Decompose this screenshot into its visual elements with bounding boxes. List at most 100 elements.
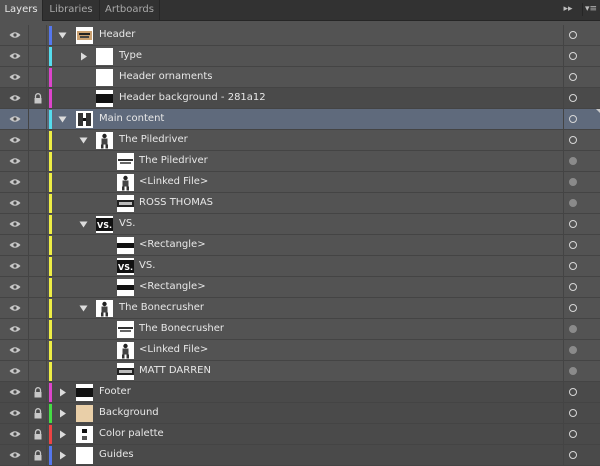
layer-row[interactable]: <Rectangle> — [0, 235, 600, 256]
target-circle-icon[interactable] — [569, 115, 577, 123]
target-circle-icon[interactable] — [569, 283, 577, 291]
visibility-eye-icon[interactable] — [0, 172, 29, 192]
target-circle-icon[interactable] — [569, 325, 577, 333]
lock-toggle[interactable] — [29, 340, 47, 360]
layer-row[interactable]: <Linked File> — [0, 340, 600, 361]
layer-name[interactable]: Background — [99, 403, 159, 423]
expand-triangle-right-icon[interactable] — [58, 388, 67, 397]
layer-name[interactable]: <Rectangle> — [139, 277, 206, 297]
visibility-eye-icon[interactable] — [0, 424, 29, 444]
layer-name[interactable]: The Bonecrusher — [119, 298, 204, 318]
target-column[interactable] — [563, 46, 600, 66]
visibility-eye-icon[interactable] — [0, 319, 29, 339]
target-column[interactable] — [563, 298, 600, 318]
layer-row[interactable]: Color palette — [0, 424, 600, 445]
layer-name[interactable]: <Linked File> — [139, 172, 208, 192]
layer-name[interactable]: Main content — [99, 109, 164, 129]
lock-toggle[interactable] — [29, 130, 47, 150]
target-circle-icon[interactable] — [569, 409, 577, 417]
expand-triangle-right-icon[interactable] — [58, 451, 67, 460]
target-circle-icon[interactable] — [569, 73, 577, 81]
layer-name[interactable]: VS. — [119, 214, 135, 234]
layer-name[interactable]: VS. — [139, 256, 155, 276]
expand-triangle-down-icon[interactable] — [58, 115, 67, 124]
layer-name[interactable]: Footer — [99, 382, 131, 402]
visibility-eye-icon[interactable] — [0, 340, 29, 360]
target-circle-icon[interactable] — [569, 157, 577, 165]
visibility-eye-icon[interactable] — [0, 109, 29, 129]
target-circle-icon[interactable] — [569, 241, 577, 249]
layer-name[interactable]: Color palette — [99, 424, 164, 444]
visibility-eye-icon[interactable] — [0, 88, 29, 108]
layer-name[interactable]: <Rectangle> — [139, 235, 206, 255]
layer-row[interactable]: The Bonecrusher — [0, 298, 600, 319]
lock-toggle[interactable] — [29, 361, 47, 381]
lock-toggle[interactable] — [29, 382, 47, 402]
target-circle-icon[interactable] — [569, 346, 577, 354]
target-column[interactable] — [563, 277, 600, 297]
lock-toggle[interactable] — [29, 67, 47, 87]
visibility-eye-icon[interactable] — [0, 298, 29, 318]
layer-name[interactable]: MATT DARREN — [139, 361, 211, 381]
target-circle-icon[interactable] — [569, 199, 577, 207]
layer-row[interactable]: Type — [0, 46, 600, 67]
target-column[interactable] — [563, 382, 600, 402]
target-column[interactable] — [563, 424, 600, 444]
target-circle-icon[interactable] — [569, 220, 577, 228]
panel-menu-icon[interactable]: ▾≡ — [582, 3, 599, 16]
layer-name[interactable]: Header — [99, 25, 135, 45]
target-column[interactable] — [563, 151, 600, 171]
layer-row[interactable]: Main content — [0, 109, 600, 130]
layer-row[interactable]: <Linked File> — [0, 172, 600, 193]
target-circle-icon[interactable] — [569, 136, 577, 144]
expand-triangle-down-icon[interactable] — [79, 136, 88, 145]
target-circle-icon[interactable] — [569, 451, 577, 459]
visibility-eye-icon[interactable] — [0, 151, 29, 171]
lock-toggle[interactable] — [29, 193, 47, 213]
layer-row[interactable]: Footer — [0, 382, 600, 403]
visibility-eye-icon[interactable] — [0, 193, 29, 213]
target-circle-icon[interactable] — [569, 31, 577, 39]
visibility-eye-icon[interactable] — [0, 256, 29, 276]
tab-artboards[interactable]: Artboards — [100, 0, 160, 20]
visibility-eye-icon[interactable] — [0, 214, 29, 234]
target-column[interactable] — [563, 445, 600, 465]
lock-toggle[interactable] — [29, 235, 47, 255]
target-circle-icon[interactable] — [569, 388, 577, 396]
target-column[interactable] — [563, 130, 600, 150]
lock-toggle[interactable] — [29, 25, 47, 45]
tab-layers[interactable]: Layers — [0, 0, 43, 21]
target-circle-icon[interactable] — [569, 430, 577, 438]
layer-row[interactable]: Background — [0, 403, 600, 424]
layer-name[interactable]: Type — [119, 46, 142, 66]
lock-toggle[interactable] — [29, 46, 47, 66]
visibility-eye-icon[interactable] — [0, 46, 29, 66]
layer-row[interactable]: Header background - 281a12 — [0, 88, 600, 109]
lock-toggle[interactable] — [29, 172, 47, 192]
visibility-eye-icon[interactable] — [0, 403, 29, 423]
target-circle-icon[interactable] — [569, 262, 577, 270]
layer-row[interactable]: ROSS THOMAS — [0, 193, 600, 214]
visibility-eye-icon[interactable] — [0, 445, 29, 465]
layer-row[interactable]: Header — [0, 25, 600, 46]
layer-name[interactable]: Header background - 281a12 — [119, 88, 266, 108]
target-circle-icon[interactable] — [569, 94, 577, 102]
target-column[interactable] — [563, 256, 600, 276]
visibility-eye-icon[interactable] — [0, 67, 29, 87]
expand-triangle-right-icon[interactable] — [79, 52, 88, 61]
target-circle-icon[interactable] — [569, 178, 577, 186]
visibility-eye-icon[interactable] — [0, 130, 29, 150]
lock-toggle[interactable] — [29, 88, 47, 108]
lock-toggle[interactable] — [29, 403, 47, 423]
layer-row[interactable]: MATT DARREN — [0, 361, 600, 382]
lock-toggle[interactable] — [29, 256, 47, 276]
target-column[interactable] — [563, 214, 600, 234]
lock-toggle[interactable] — [29, 298, 47, 318]
layer-name[interactable]: The Piledriver — [119, 130, 188, 150]
layer-row[interactable]: The Bonecrusher — [0, 319, 600, 340]
layer-row[interactable]: The Piledriver — [0, 151, 600, 172]
lock-toggle[interactable] — [29, 214, 47, 234]
target-circle-icon[interactable] — [569, 52, 577, 60]
target-column[interactable] — [563, 235, 600, 255]
layer-row[interactable]: <Rectangle> — [0, 277, 600, 298]
